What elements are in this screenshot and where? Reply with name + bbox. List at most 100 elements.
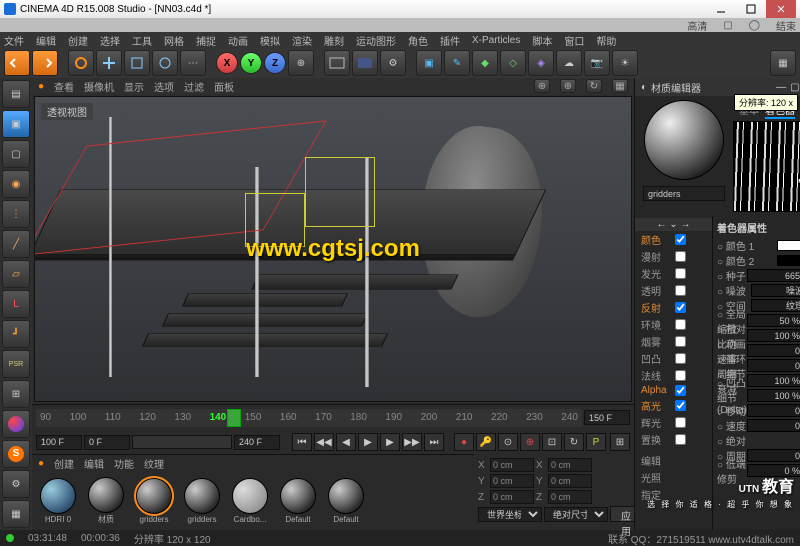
- channel-checkbox[interactable]: [675, 434, 686, 445]
- menu-tools[interactable]: 工具: [132, 33, 152, 48]
- closed-button[interactable]: ┛: [2, 320, 30, 348]
- prop-value-field[interactable]: [747, 314, 800, 327]
- channel-nav[interactable]: ← ⌄ →: [635, 218, 712, 231]
- snap-button[interactable]: ⊞: [2, 380, 30, 408]
- workplane-button[interactable]: [2, 410, 30, 438]
- rec-box-icon[interactable]: ▢: [723, 20, 732, 31]
- timeline-playhead[interactable]: [227, 409, 241, 427]
- pos-y[interactable]: [490, 474, 534, 488]
- vp-nav-2[interactable]: ⊕: [560, 79, 576, 93]
- prop-value-field[interactable]: [747, 404, 800, 417]
- material-preview-sphere[interactable]: [644, 100, 724, 180]
- vp-filter[interactable]: 过滤: [184, 79, 204, 94]
- prop-value-field[interactable]: [747, 449, 800, 462]
- channel-法线[interactable]: 法线: [635, 367, 712, 384]
- range-slider[interactable]: [132, 435, 232, 449]
- vp-camera[interactable]: 摄像机: [84, 79, 114, 94]
- channel-checkbox[interactable]: [675, 385, 686, 396]
- goto-start-button[interactable]: ⏮: [292, 433, 312, 451]
- record-key-button[interactable]: ●: [454, 433, 474, 451]
- play-button[interactable]: ▶: [358, 433, 378, 451]
- mat-tab-create[interactable]: 创建: [54, 456, 74, 471]
- coord-mode-1[interactable]: 世界坐标: [478, 507, 542, 522]
- next-key-button[interactable]: ▶▶: [402, 433, 422, 451]
- channel-Alpha[interactable]: Alpha: [635, 384, 712, 397]
- primitive-cube-button[interactable]: ▣: [416, 50, 442, 76]
- menu-plugins[interactable]: 插件: [440, 33, 460, 48]
- material-name-field[interactable]: [643, 186, 725, 201]
- vp-options[interactable]: 选项: [154, 79, 174, 94]
- menu-create[interactable]: 创建: [68, 33, 88, 48]
- channel-发光[interactable]: 发光: [635, 265, 712, 282]
- mat-tab-edit[interactable]: 编辑: [84, 456, 104, 471]
- material-default2[interactable]: Default: [324, 478, 368, 524]
- key-scale-button[interactable]: ⊡: [542, 433, 562, 451]
- channel-checkbox[interactable]: [675, 400, 686, 411]
- scale-tool[interactable]: [124, 50, 150, 76]
- edge-mode-button[interactable]: ╱: [2, 230, 30, 258]
- texture-mode-button[interactable]: ◉: [2, 170, 30, 198]
- range-end-field[interactable]: [234, 435, 280, 450]
- menu-select[interactable]: 选择: [100, 33, 120, 48]
- channel-checkbox[interactable]: [675, 285, 686, 296]
- color-swatch[interactable]: [777, 240, 800, 251]
- goto-end-button[interactable]: ⏭: [424, 433, 444, 451]
- vp-panel[interactable]: 面板: [214, 79, 234, 94]
- key-param-button[interactable]: P: [586, 433, 606, 451]
- prop-dropdown[interactable]: [751, 299, 800, 312]
- channel-颜色[interactable]: 颜色: [635, 231, 712, 248]
- menu-xparticles[interactable]: X-Particles: [472, 35, 520, 46]
- current-frame-field[interactable]: [584, 410, 630, 425]
- perspective-viewport[interactable]: 透视视图 www.cgtsj.com: [34, 96, 632, 402]
- channel-edit[interactable]: 编辑: [635, 452, 712, 469]
- camera-button[interactable]: 📷: [584, 50, 610, 76]
- prop-value-field[interactable]: [747, 359, 800, 372]
- panel-max-icon[interactable]: ▢: [790, 82, 799, 93]
- menu-help[interactable]: 帮助: [596, 33, 616, 48]
- spline-pen-button[interactable]: ✎: [444, 50, 470, 76]
- nurbs-button[interactable]: ◆: [472, 50, 498, 76]
- menu-render[interactable]: 渲染: [292, 33, 312, 48]
- menu-file[interactable]: 文件: [4, 33, 24, 48]
- generator-button[interactable]: ◇: [500, 50, 526, 76]
- menu-window[interactable]: 窗口: [564, 33, 584, 48]
- timeline-opts[interactable]: ⊞: [610, 433, 630, 451]
- pos-z[interactable]: [490, 490, 534, 504]
- redo-button[interactable]: [32, 50, 58, 76]
- key-opts-button[interactable]: ⊙: [498, 433, 518, 451]
- hd-label[interactable]: 高清: [687, 18, 707, 33]
- menu-char[interactable]: 角色: [408, 33, 428, 48]
- channel-checkbox[interactable]: [675, 319, 686, 330]
- grid-button[interactable]: ▦: [2, 500, 30, 528]
- point-mode-button[interactable]: ⋮: [2, 200, 30, 228]
- material-gridders[interactable]: gridders: [132, 478, 176, 524]
- timeline-ruler[interactable]: 90 100 110 120 130 140 150 160 170 180 1…: [32, 404, 634, 430]
- autokey-button[interactable]: 🔑: [476, 433, 496, 451]
- size-z[interactable]: [548, 490, 592, 504]
- prop-value-field[interactable]: [747, 374, 800, 387]
- minimize-button[interactable]: [706, 0, 736, 18]
- menu-mograph[interactable]: 运动图形: [356, 33, 396, 48]
- material-default1[interactable]: Default: [276, 478, 320, 524]
- mat-tab-func[interactable]: 功能: [114, 456, 134, 471]
- close-button[interactable]: [766, 0, 796, 18]
- material-cardboard[interactable]: Cardbo...: [228, 478, 272, 524]
- channel-checkbox[interactable]: [675, 336, 686, 347]
- vp-view[interactable]: 查看: [54, 79, 74, 94]
- prop-value-field[interactable]: [747, 344, 800, 357]
- coord-sys-button[interactable]: ⊕: [288, 50, 314, 76]
- menu-sculpt[interactable]: 雕刻: [324, 33, 344, 48]
- prop-value-field[interactable]: [747, 389, 800, 402]
- render-view-button[interactable]: [324, 50, 350, 76]
- channel-漫射[interactable]: 漫射: [635, 248, 712, 265]
- channel-凹凸[interactable]: 凹凸: [635, 350, 712, 367]
- render-settings-button[interactable]: ⚙: [380, 50, 406, 76]
- key-pos-button[interactable]: ⊕: [520, 433, 540, 451]
- prev-frame-button[interactable]: ◀: [336, 433, 356, 451]
- end-label[interactable]: 结束: [776, 18, 796, 33]
- coord-mode-2[interactable]: 绝对尺寸: [544, 507, 608, 522]
- prop-dropdown[interactable]: [751, 284, 800, 297]
- menu-script[interactable]: 脚本: [532, 33, 552, 48]
- channel-checkbox[interactable]: [675, 353, 686, 364]
- channel-checkbox[interactable]: [675, 268, 686, 279]
